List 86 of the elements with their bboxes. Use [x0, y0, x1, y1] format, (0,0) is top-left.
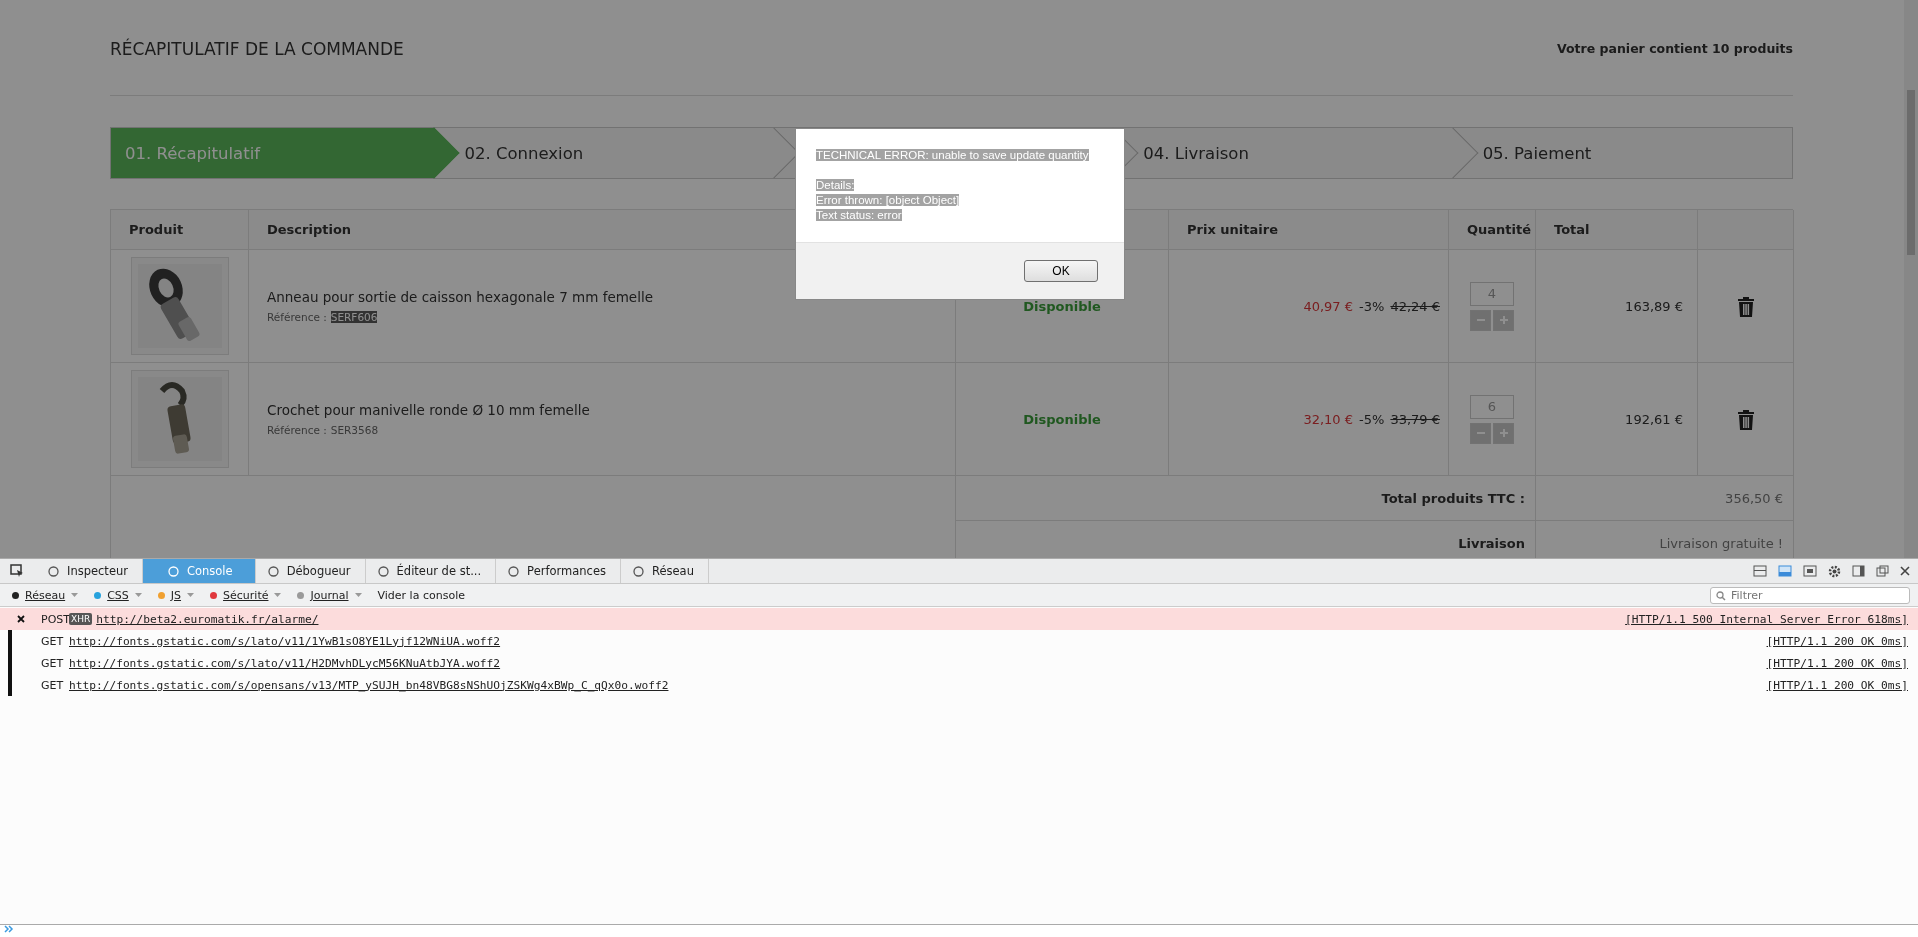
reference-label: Référence :	[267, 311, 327, 323]
dialog-message: Details:	[816, 179, 855, 191]
tab-icon	[48, 565, 59, 577]
request-method: GET	[41, 634, 65, 648]
clear-console-button[interactable]: Vider la console	[371, 588, 471, 602]
plus-icon	[1499, 316, 1508, 324]
dialog-message: Text status: error	[816, 209, 902, 221]
ok-button[interactable]: OK	[1024, 260, 1098, 282]
checkout-step[interactable]: 02. Connexion	[464, 143, 584, 163]
request-type-badge: XHR	[69, 613, 93, 625]
product-name[interactable]: Crochet pour manivelle ronde Ø 10 mm femelle	[267, 402, 590, 418]
price: 32,10 €	[1303, 411, 1354, 427]
old-price: 42,24 €	[1390, 298, 1440, 314]
devtools-tab[interactable]: Éditeur de st...	[365, 559, 497, 583]
close-icon[interactable]	[1900, 566, 1910, 576]
settings-icon[interactable]	[1828, 564, 1841, 578]
request-url[interactable]: http://beta2.euromatik.fr/alarme/	[96, 612, 319, 626]
summary-label: Total produits TTC :	[956, 476, 1536, 521]
line-total: 163,89 €	[1625, 298, 1683, 314]
window-icon[interactable]	[1876, 565, 1889, 577]
request-status[interactable]: [HTTP/1.1 200 OK 0ms]	[1766, 656, 1908, 670]
devtools-tab[interactable]: Performances	[496, 559, 621, 583]
caret-icon	[274, 593, 282, 597]
minus-icon	[1476, 429, 1485, 437]
filter-button[interactable]: Réseau	[6, 588, 85, 602]
request-method: GET	[41, 656, 65, 670]
page-title: RÉCAPITULATIF DE LA COMMANDE	[110, 38, 404, 59]
dialog-message: TECHNICAL ERROR: unable to save update quantity	[816, 149, 1089, 161]
error-icon	[17, 615, 25, 623]
split-console-icon[interactable]	[1778, 565, 1792, 577]
filter-button[interactable]: JS	[151, 588, 201, 602]
tab-icon	[377, 565, 389, 577]
price: 40,97 €	[1303, 298, 1354, 314]
prompt-chevron-icon	[4, 925, 16, 933]
tab-icon	[633, 565, 644, 577]
element-picker-icon[interactable]	[10, 564, 24, 578]
tab-icon	[267, 565, 279, 577]
line-total: 192,61 €	[1625, 411, 1683, 427]
old-price: 33,79 €	[1390, 411, 1440, 427]
availability: Disponible	[1023, 298, 1101, 314]
screenshot-icon[interactable]	[1803, 565, 1817, 577]
dialog-message: Error thrown: [object Object]	[816, 194, 960, 206]
column-header: Produit	[111, 210, 249, 250]
filter-button[interactable]: Journal	[291, 588, 368, 602]
trash-icon[interactable]	[1736, 295, 1755, 317]
filter-button[interactable]: Sécurité	[204, 588, 288, 602]
dock-side-icon[interactable]	[1852, 565, 1865, 577]
request-url[interactable]: http://fonts.gstatic.com/s/lato/v11/H2DMvhDLycM56KNuAtbJYA.woff2	[69, 656, 501, 670]
layout-icon[interactable]	[1753, 565, 1767, 577]
availability: Disponible	[1023, 411, 1101, 427]
column-header: Quantité	[1449, 210, 1536, 250]
discount: -5%	[1359, 411, 1385, 427]
caret-icon	[134, 593, 142, 597]
trash-icon[interactable]	[1736, 408, 1755, 430]
tab-icon	[508, 565, 520, 577]
request-url[interactable]: http://fonts.gstatic.com/s/lato/v11/1YwB1sO8YE1Lyjf12WNiUA.woff2	[69, 634, 501, 648]
caret-icon	[71, 593, 79, 597]
reference-label: Référence :	[267, 424, 327, 436]
devtools-tab[interactable]: Inspecteur	[36, 559, 143, 583]
caret-icon	[354, 593, 362, 597]
request-status[interactable]: [HTTP/1.1 500 Internal Server Error 618ms]	[1625, 612, 1908, 626]
checkout-step[interactable]: 04. Livraison	[1143, 143, 1249, 163]
reference-code: SERF606	[330, 311, 378, 323]
request-status[interactable]: [HTTP/1.1 200 OK 0ms]	[1766, 678, 1908, 692]
minus-icon	[1476, 316, 1485, 324]
reference-code: SER3568	[330, 424, 379, 436]
request-url[interactable]: http://fonts.gstatic.com/s/opensans/v13/MTP_ySUJH_bn48VBG8sNShUOjZSKWg4xBWp_C_qQx0o.woff2	[69, 678, 669, 692]
caret-icon	[187, 593, 195, 597]
plus-icon	[1499, 429, 1508, 437]
cart-summary: Votre panier contient 10 produits	[1557, 41, 1793, 56]
column-header: Prix unitaire	[1169, 210, 1449, 250]
devtools-tab[interactable]: Réseau	[621, 559, 709, 583]
devtools-tab[interactable]: Débogueur	[255, 559, 366, 583]
tab-icon	[168, 565, 179, 577]
summary-value: 356,50 €	[1536, 476, 1794, 521]
request-method: GET	[41, 678, 65, 692]
column-header: Total	[1536, 210, 1698, 250]
scrollbar-thumb[interactable]	[1907, 90, 1915, 255]
checkout-step[interactable]: 05. Paiement	[1482, 143, 1592, 163]
filter-field[interactable]: Filtrer	[1710, 586, 1910, 604]
filter-button[interactable]: CSS	[88, 588, 148, 602]
request-method: POST	[41, 612, 69, 626]
discount: -3%	[1359, 298, 1385, 314]
search-icon	[1716, 590, 1726, 601]
request-status[interactable]: [HTTP/1.1 200 OK 0ms]	[1766, 634, 1908, 648]
product-name[interactable]: Anneau pour sortie de caisson hexagonale 7 mm femelle	[267, 289, 653, 305]
